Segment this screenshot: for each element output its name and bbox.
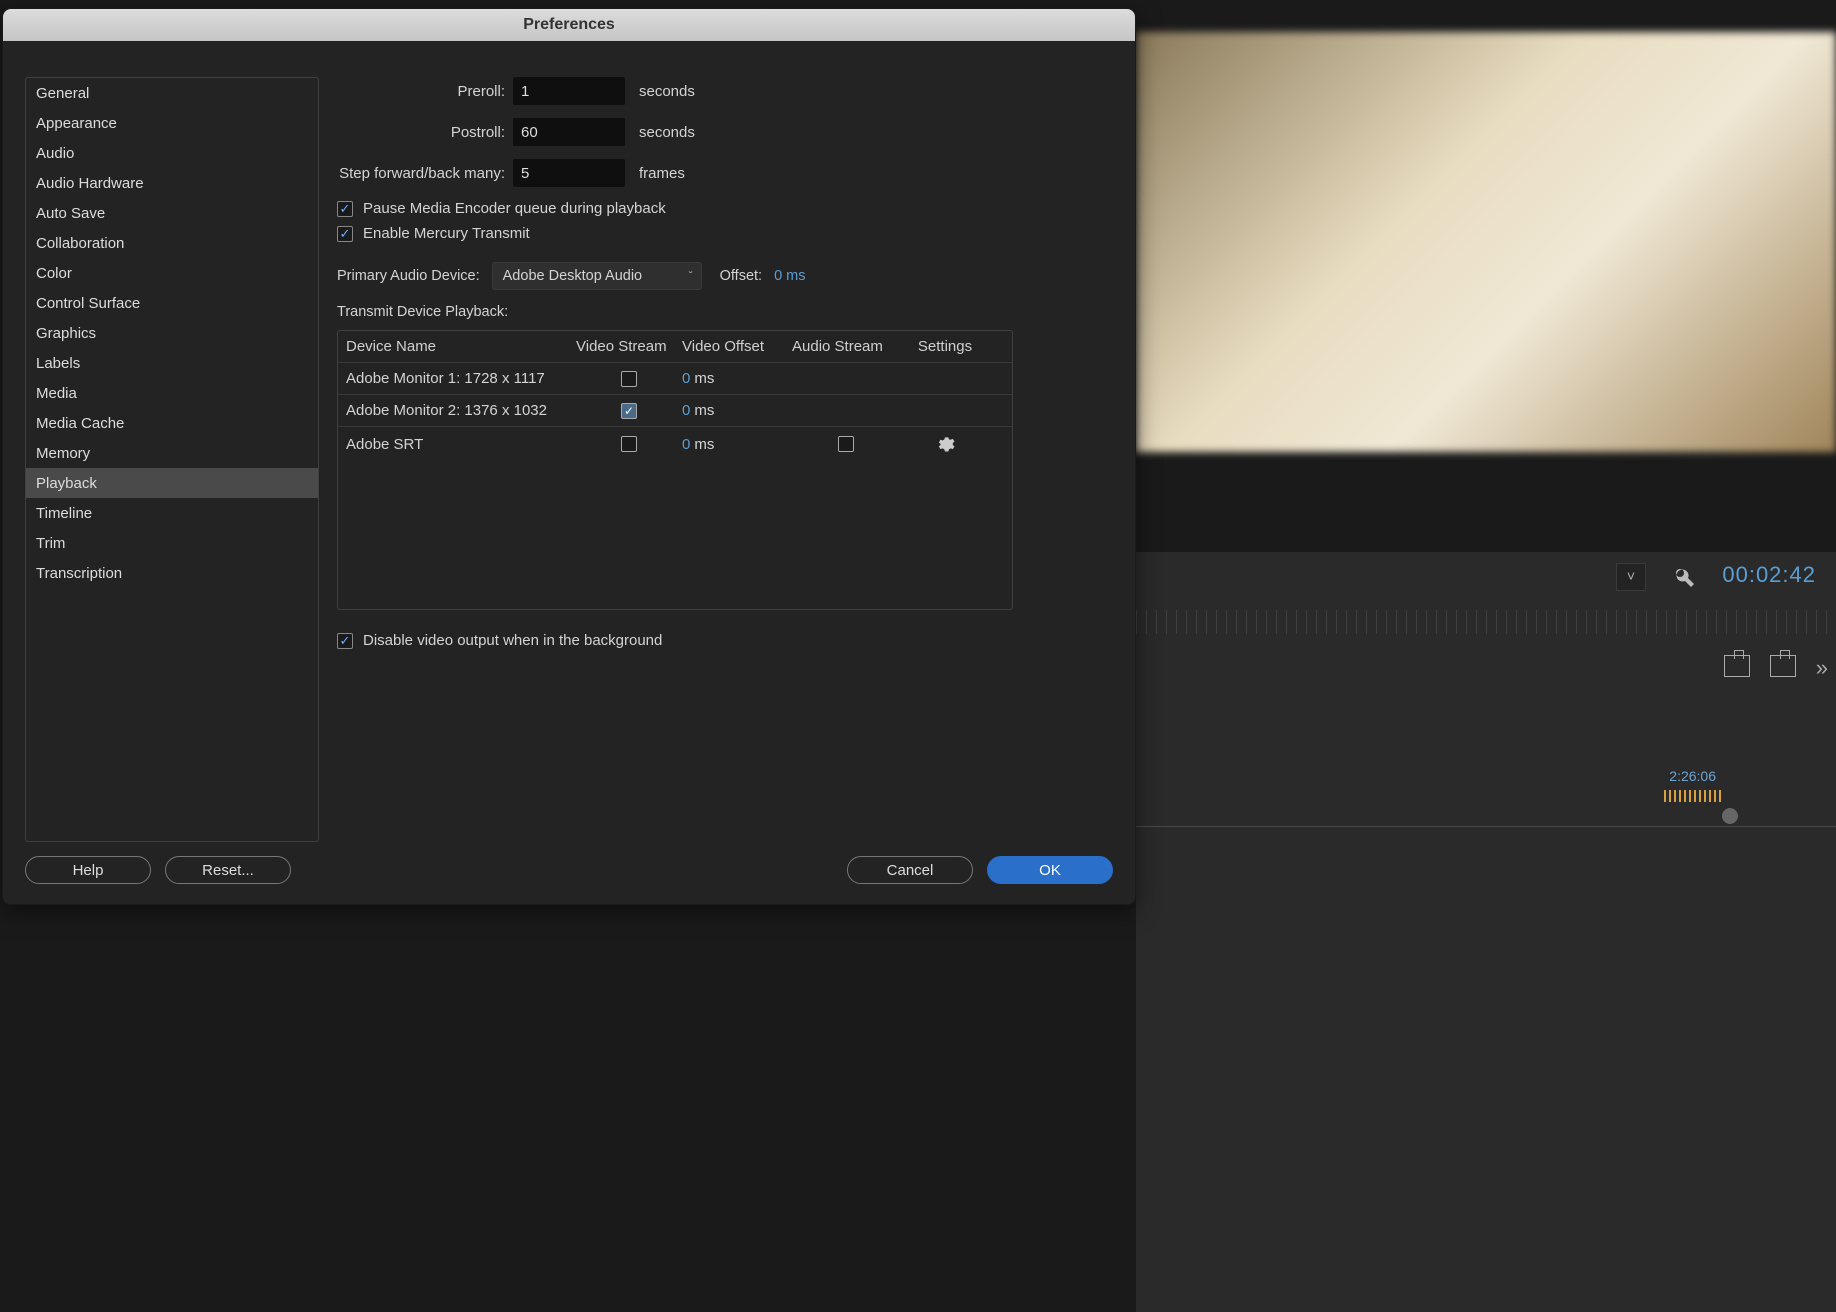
- sidebar-item-trim[interactable]: Trim: [26, 528, 318, 558]
- sidebar-item-transcription[interactable]: Transcription: [26, 558, 318, 588]
- table-row: Adobe Monitor 1: 1728 x 1117 0ms: [338, 363, 1012, 395]
- audio-offset-value[interactable]: 0 ms: [774, 268, 805, 284]
- program-monitor-thumbnail: [1136, 32, 1836, 452]
- postroll-unit: seconds: [639, 124, 695, 141]
- timeline-timecode: 2:26:06: [1669, 768, 1716, 784]
- sidebar-item-control-surface[interactable]: Control Surface: [26, 288, 318, 318]
- postroll-label: Postroll:: [337, 124, 513, 141]
- sidebar-item-graphics[interactable]: Graphics: [26, 318, 318, 348]
- time-ruler: [1136, 610, 1836, 634]
- export-frame-icon: [1724, 655, 1750, 677]
- col-video-offset: Video Offset: [682, 338, 792, 355]
- audio-offset-label: Offset:: [720, 268, 762, 284]
- dialog-button-row: Help Reset... Cancel OK: [3, 856, 1135, 904]
- help-button[interactable]: Help: [25, 856, 151, 884]
- preroll-unit: seconds: [639, 83, 695, 100]
- video-offset-value[interactable]: 0ms: [682, 370, 792, 387]
- video-stream-checkbox[interactable]: [621, 403, 637, 419]
- more-icon: »: [1816, 655, 1828, 681]
- ok-button[interactable]: OK: [987, 856, 1113, 884]
- preroll-label: Preroll:: [337, 83, 513, 100]
- preferences-dialog: Preferences GeneralAppearanceAudioAudio …: [2, 8, 1136, 905]
- table-row: Adobe Monitor 2: 1376 x 1032 0ms: [338, 395, 1012, 427]
- sidebar-item-playback[interactable]: Playback: [26, 468, 318, 498]
- divider: [1136, 826, 1836, 827]
- postroll-input[interactable]: [513, 118, 625, 146]
- sidebar-item-collaboration[interactable]: Collaboration: [26, 228, 318, 258]
- sidebar-item-audio[interactable]: Audio: [26, 138, 318, 168]
- primary-audio-label: Primary Audio Device:: [337, 268, 480, 284]
- col-device-name: Device Name: [346, 338, 576, 355]
- mercury-transmit-label: Enable Mercury Transmit: [363, 225, 530, 242]
- reset-button[interactable]: Reset...: [165, 856, 291, 884]
- video-offset-value[interactable]: 0ms: [682, 402, 792, 419]
- sidebar-item-memory[interactable]: Memory: [26, 438, 318, 468]
- sidebar-item-auto-save[interactable]: Auto Save: [26, 198, 318, 228]
- timeline-marker: [1664, 790, 1724, 802]
- table-header: Device Name Video Stream Video Offset Au…: [338, 331, 1012, 363]
- video-stream-checkbox[interactable]: [621, 371, 637, 387]
- disable-video-output-label: Disable video output when in the backgro…: [363, 632, 662, 649]
- preferences-category-list: GeneralAppearanceAudioAudio HardwareAuto…: [25, 77, 319, 842]
- program-timecode: 00:02:42: [1722, 562, 1816, 588]
- audio-stream-checkbox[interactable]: [838, 436, 854, 452]
- pause-encoder-label: Pause Media Encoder queue during playbac…: [363, 200, 666, 217]
- mercury-transmit-checkbox[interactable]: [337, 226, 353, 242]
- cancel-button[interactable]: Cancel: [847, 856, 973, 884]
- primary-audio-value: Adobe Desktop Audio: [503, 268, 642, 284]
- device-name: Adobe SRT: [346, 436, 576, 453]
- disable-video-output-checkbox[interactable]: [337, 633, 353, 649]
- sidebar-item-appearance[interactable]: Appearance: [26, 108, 318, 138]
- step-input[interactable]: [513, 159, 625, 187]
- sidebar-item-labels[interactable]: Labels: [26, 348, 318, 378]
- sidebar-item-general[interactable]: General: [26, 78, 318, 108]
- dialog-title: Preferences: [3, 9, 1135, 41]
- col-video-stream: Video Stream: [576, 338, 682, 355]
- wrench-icon: [1672, 565, 1696, 589]
- preroll-input[interactable]: [513, 77, 625, 105]
- sidebar-item-media[interactable]: Media: [26, 378, 318, 408]
- sidebar-item-timeline[interactable]: Timeline: [26, 498, 318, 528]
- primary-audio-device-select[interactable]: Adobe Desktop Audio ˇ: [492, 262, 702, 290]
- transmit-device-label: Transmit Device Playback:: [337, 304, 1111, 320]
- step-label: Step forward/back many:: [337, 165, 513, 182]
- col-settings: Settings: [900, 338, 990, 355]
- pause-encoder-checkbox[interactable]: [337, 201, 353, 217]
- bg-icon-row: »: [1724, 655, 1828, 681]
- sidebar-item-color[interactable]: Color: [26, 258, 318, 288]
- col-audio-stream: Audio Stream: [792, 338, 900, 355]
- step-unit: frames: [639, 165, 685, 182]
- table-row: Adobe SRT 0ms: [338, 427, 1012, 461]
- device-name: Adobe Monitor 2: 1376 x 1032: [346, 402, 576, 419]
- video-stream-checkbox[interactable]: [621, 436, 637, 452]
- device-name: Adobe Monitor 1: 1728 x 1117: [346, 370, 576, 387]
- zoom-handle: [1722, 808, 1738, 824]
- sidebar-item-audio-hardware[interactable]: Audio Hardware: [26, 168, 318, 198]
- chevron-down-icon: ˇ: [689, 269, 693, 283]
- transmit-device-table: Device Name Video Stream Video Offset Au…: [337, 330, 1013, 610]
- bg-dropdown: ˅: [1616, 563, 1646, 591]
- video-offset-value[interactable]: 0ms: [682, 436, 792, 453]
- sidebar-item-media-cache[interactable]: Media Cache: [26, 408, 318, 438]
- playback-panel: Preroll: seconds Postroll: seconds Step …: [337, 77, 1115, 856]
- export-frame-icon-2: [1770, 655, 1796, 677]
- gear-icon[interactable]: [900, 434, 990, 454]
